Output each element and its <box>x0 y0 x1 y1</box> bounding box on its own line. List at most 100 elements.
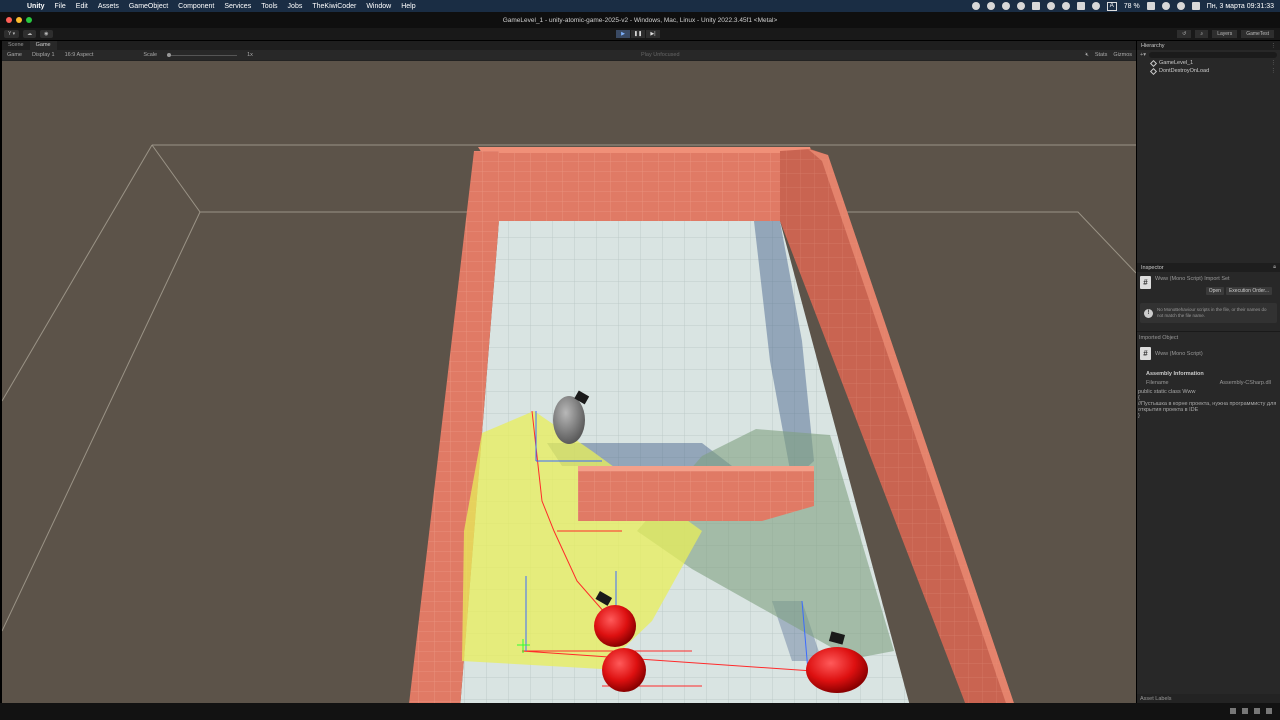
record-icon[interactable] <box>971 2 980 10</box>
aspect-dropdown[interactable]: 16:9 Aspect <box>60 52 99 58</box>
search-icon[interactable]: ⌕ <box>1195 30 1209 38</box>
feather-icon[interactable] <box>1061 2 1070 10</box>
warning-icon[interactable] <box>1242 708 1248 714</box>
lock-icon[interactable]: 🔒︎ <box>1273 264 1276 271</box>
imported-object-header: # Www (Mono Script) <box>1137 344 1280 363</box>
display-dropdown[interactable]: Display 1 <box>27 52 60 58</box>
menu-tools[interactable]: Tools <box>256 3 282 10</box>
help-text: No MonoBehaviour scripts in the file, or… <box>1157 307 1267 318</box>
menu-window[interactable]: Window <box>361 3 396 10</box>
stats-toggle[interactable]: Stats <box>1095 52 1108 59</box>
pause-button[interactable]: ❚❚ <box>631 30 645 38</box>
layers-dropdown[interactable]: Layers <box>1212 30 1238 38</box>
tab-scene[interactable]: Scene <box>2 41 30 50</box>
toolbar-right: ↺ ⌕ Layers GameTest <box>1177 30 1274 38</box>
shield-icon[interactable] <box>1031 2 1040 10</box>
unity-scene-icon <box>1149 67 1158 75</box>
game-panel: Scene Game Game Display 1 16:9 Aspect Sc… <box>2 41 1136 703</box>
scale-value: 1x <box>247 52 253 58</box>
hierarchy-item[interactable]: GameLevel_1 ⋮ <box>1137 59 1280 67</box>
game-viewport[interactable] <box>2 61 1136 703</box>
menu-help[interactable]: Help <box>396 3 420 10</box>
hierarchy-search-input[interactable] <box>1148 51 1277 58</box>
history-icon[interactable]: ↺ <box>1177 30 1192 38</box>
window-title: GameLevel_1 - unity-atomic-game-2025-v2 … <box>502 16 778 24</box>
game-mode-dropdown[interactable]: Game <box>2 52 27 58</box>
scale-label: Scale <box>143 52 158 58</box>
collab-icon[interactable]: ◉ <box>40 30 53 38</box>
game-scene <box>2 61 1136 703</box>
scale-slider[interactable] <box>167 52 238 57</box>
assembly-info-label: Assembly Information <box>1146 371 1204 377</box>
play-controls: ▶ ❚❚ ▶| <box>616 30 660 38</box>
menu-services[interactable]: Services <box>219 3 256 10</box>
back-wall-top <box>478 147 812 153</box>
tab-game[interactable]: Game <box>29 41 57 50</box>
sync-icon[interactable] <box>1016 2 1025 10</box>
code-line: //Пустышка в корне проекта, нужна програ… <box>1138 401 1277 413</box>
search-icon[interactable] <box>1176 2 1185 10</box>
console-icon[interactable] <box>1230 708 1236 714</box>
battery-icon[interactable] <box>1146 2 1155 10</box>
clock[interactable]: Пн, 3 марта 09:31:33 <box>1207 3 1274 10</box>
menu-file[interactable]: File <box>50 3 71 10</box>
add-icon[interactable]: +▾ <box>1140 52 1146 58</box>
vpn-icon[interactable] <box>986 2 995 10</box>
wifi-icon[interactable] <box>1161 2 1170 10</box>
back-wall <box>482 149 810 221</box>
info-icon: ! <box>1144 308 1153 318</box>
minimize-window-button[interactable] <box>16 17 22 23</box>
control-center-icon[interactable] <box>1191 2 1200 10</box>
menu-assets[interactable]: Assets <box>93 3 124 10</box>
paperclip-icon[interactable] <box>1076 2 1085 10</box>
hierarchy-item-label: GameLevel_1 <box>1159 60 1194 66</box>
enemy-red-2 <box>602 648 646 692</box>
mute-audio-icon[interactable]: 🔇︎ <box>1085 52 1088 59</box>
inspector-header: Inspector 🔒︎ <box>1137 263 1280 272</box>
hierarchy-title[interactable]: Hierarchy <box>1141 43 1165 49</box>
menu-dots-icon[interactable]: ⋮ <box>1271 43 1277 49</box>
cloud-icon[interactable]: ☁ <box>23 30 37 38</box>
menu-unity[interactable]: Unity <box>22 3 50 10</box>
menu-edit[interactable]: Edit <box>71 3 93 10</box>
menu-dots-icon[interactable]: ⋮ <box>1271 60 1277 66</box>
script-preview: public static class Www { //Пустышка в к… <box>1137 387 1280 421</box>
game-view-toolbar: Game Display 1 16:9 Aspect Scale 1x Play… <box>2 50 1136 60</box>
open-button[interactable]: Open <box>1205 287 1224 295</box>
execution-order-button[interactable]: Execution Order... <box>1225 287 1272 295</box>
close-window-button[interactable] <box>6 17 12 23</box>
cache-icon[interactable] <box>1266 708 1272 714</box>
hierarchy-item-label: DontDestroyOnLoad <box>1159 68 1210 74</box>
volume-icon[interactable] <box>1091 2 1100 10</box>
menu-thekiwicoder[interactable]: TheKiwiCoder <box>307 3 361 10</box>
menu-gameobject[interactable]: GameObject <box>124 3 173 10</box>
imported-title: Www (Mono Script) <box>1155 350 1203 357</box>
code-line: } <box>1138 413 1140 419</box>
filename-label: Filename <box>1146 380 1169 386</box>
step-button[interactable]: ▶| <box>646 30 660 38</box>
imported-object-label: Imported Object <box>1137 331 1280 344</box>
mac-menubar: Unity File Edit Assets GameObject Compon… <box>0 0 1280 12</box>
play-circle-icon[interactable] <box>1001 2 1010 10</box>
asset-labels-bar[interactable]: Asset Labels <box>1137 694 1280 703</box>
menu-component[interactable]: Component <box>173 3 219 10</box>
status-icons <box>1230 708 1272 714</box>
play-button[interactable]: ▶ <box>616 30 630 38</box>
hierarchy-toolbar: +▾ <box>1137 50 1280 59</box>
status-menus: A 78 % Пн, 3 марта 09:31:33 <box>971 1 1280 11</box>
menu-jobs[interactable]: Jobs <box>283 3 308 10</box>
layout-dropdown[interactable]: GameTest <box>1241 30 1274 38</box>
hierarchy-item[interactable]: DontDestroyOnLoad ⋮ <box>1137 67 1280 75</box>
play-focus-dropdown[interactable]: Play Unfocused <box>641 52 680 58</box>
unity-toolbar: Y ▾ ☁ ◉ ▶ ❚❚ ▶| ↺ ⌕ Layers GameTest <box>0 28 1280 40</box>
inspector-title[interactable]: Inspector <box>1141 265 1164 271</box>
maximize-window-button[interactable] <box>26 17 32 23</box>
account-dropdown[interactable]: Y ▾ <box>4 30 20 38</box>
input-source-indicator[interactable]: A <box>1106 1 1117 11</box>
eye-icon[interactable] <box>1046 2 1055 10</box>
filename-value: Assembly-CSharp.dll <box>1219 380 1271 386</box>
progress-icon[interactable] <box>1254 708 1260 714</box>
menu-dots-icon[interactable]: ⋮ <box>1271 68 1277 74</box>
gizmos-toggle[interactable]: Gizmos <box>1113 52 1132 59</box>
battery-percent[interactable]: 78 % <box>1124 3 1140 10</box>
